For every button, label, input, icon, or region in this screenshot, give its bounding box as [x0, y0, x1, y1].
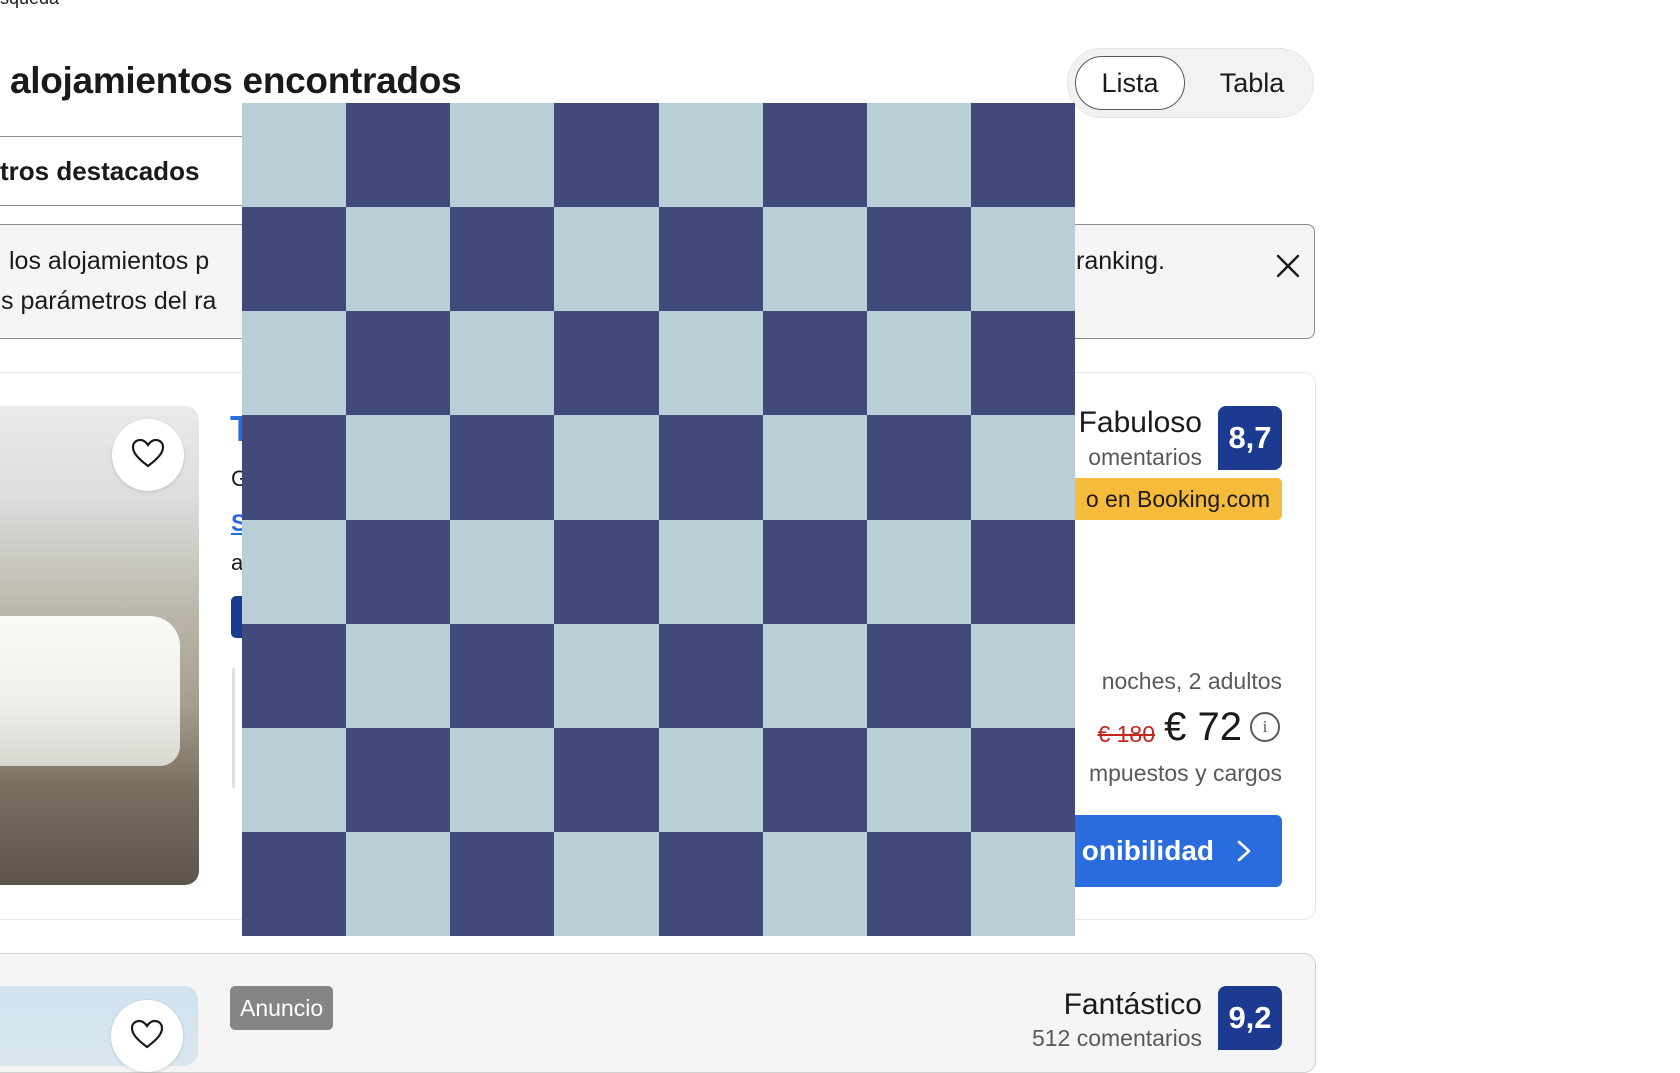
overlay-square — [554, 311, 659, 416]
overlay-square — [970, 519, 1075, 624]
list-view-button[interactable]: Lista — [1075, 56, 1185, 110]
overlay-square — [450, 831, 555, 936]
overlay-square — [242, 519, 347, 624]
overlay-square — [242, 103, 347, 208]
overlay-square — [450, 103, 555, 208]
overlay-square — [450, 415, 555, 520]
overlay-square — [762, 311, 867, 416]
current-price: € 72 — [1164, 705, 1242, 749]
overlay-square — [242, 623, 347, 728]
rating-label: Fabuloso — [1078, 406, 1202, 439]
review-score-badge[interactable]: 8,7 — [1218, 406, 1282, 470]
overlay-square — [346, 831, 451, 936]
promo-badge-text: o en Booking.com — [1085, 485, 1270, 512]
overlay-square — [762, 831, 867, 936]
checkerboard-overlay — [242, 103, 1075, 936]
notice-text-line1-end: ranking. — [1076, 247, 1165, 275]
overlay-square — [346, 415, 451, 520]
overlay-square — [346, 103, 451, 208]
overlay-square — [762, 727, 867, 832]
ad-badge: Anuncio — [230, 986, 334, 1030]
overlay-square — [450, 207, 555, 312]
close-icon[interactable] — [1273, 251, 1303, 281]
table-view-button[interactable]: Tabla — [1202, 56, 1302, 110]
overlay-square — [762, 623, 867, 728]
overlay-square — [554, 207, 659, 312]
overlay-square — [970, 207, 1075, 312]
overlay-square — [866, 415, 971, 520]
overlay-square — [762, 519, 867, 624]
heart-icon — [130, 1019, 164, 1054]
overlay-square — [658, 311, 763, 416]
overlay-square — [554, 831, 659, 936]
cta-label: onibilidad — [1081, 835, 1214, 866]
view-toggle: Lista Tabla — [1067, 48, 1314, 118]
overlay-square — [554, 623, 659, 728]
favorite-button[interactable] — [112, 419, 184, 491]
overlay-square — [970, 727, 1075, 832]
bed-image-detail — [0, 616, 180, 766]
overlay-square — [450, 623, 555, 728]
promo-badge: o en Booking.com — [1040, 478, 1282, 520]
overlay-square — [242, 415, 347, 520]
overlay-square — [970, 103, 1075, 208]
overlay-square — [346, 727, 451, 832]
favorite-button[interactable] — [111, 1000, 183, 1072]
overlay-square — [242, 207, 347, 312]
overlay-square — [346, 207, 451, 312]
page-title: alojamientos encontrados — [10, 60, 462, 101]
overlay-square — [970, 831, 1075, 936]
room-info-divider — [232, 668, 235, 788]
notice-text-line2: s parámetros del ra — [1, 287, 217, 315]
overlay-square — [970, 623, 1075, 728]
overlay-square — [658, 415, 763, 520]
overlay-square — [762, 415, 867, 520]
overlay-square — [658, 727, 763, 832]
overlay-square — [866, 103, 971, 208]
chevron-right-icon — [1236, 839, 1252, 863]
notice-text-line1: los alojamientos p — [9, 247, 210, 275]
overlay-square — [450, 519, 555, 624]
overlay-square — [554, 727, 659, 832]
review-count[interactable]: omentarios — [1088, 444, 1202, 471]
heart-icon — [131, 438, 165, 473]
overlay-square — [866, 519, 971, 624]
see-availability-button[interactable]: onibilidad — [1040, 815, 1282, 887]
overlay-square — [866, 727, 971, 832]
original-price: € 180 — [1097, 721, 1155, 747]
overlay-square — [346, 311, 451, 416]
overlay-square — [866, 831, 971, 936]
overlay-square — [762, 207, 867, 312]
overlay-square — [450, 727, 555, 832]
overlay-square — [346, 519, 451, 624]
info-icon[interactable]: i — [1250, 712, 1280, 742]
overlay-square — [970, 415, 1075, 520]
sort-label: tros destacados — [0, 155, 200, 186]
rating-label: Fantástico — [1063, 988, 1202, 1021]
overlay-square — [658, 519, 763, 624]
overlay-square — [658, 831, 763, 936]
overlay-square — [866, 311, 971, 416]
overlay-square — [762, 103, 867, 208]
overlay-square — [866, 623, 971, 728]
overlay-square — [554, 103, 659, 208]
overlay-square — [970, 311, 1075, 416]
overlay-square — [658, 207, 763, 312]
overlay-square — [554, 519, 659, 624]
taxes-note: mpuestos y cargos — [1088, 760, 1282, 786]
overlay-square — [346, 623, 451, 728]
overlay-square — [450, 311, 555, 416]
review-score-badge[interactable]: 9,2 — [1218, 986, 1282, 1050]
overlay-square — [242, 727, 347, 832]
overlay-square — [554, 415, 659, 520]
review-count[interactable]: 512 comentarios — [1032, 1025, 1202, 1052]
overlay-square — [866, 207, 971, 312]
stay-details: noches, 2 adultos — [1101, 668, 1282, 694]
overlay-square — [242, 311, 347, 416]
overlay-square — [658, 623, 763, 728]
breadcrumb[interactable]: squeda — [0, 0, 59, 9]
overlay-square — [658, 103, 763, 208]
overlay-square — [242, 831, 347, 936]
